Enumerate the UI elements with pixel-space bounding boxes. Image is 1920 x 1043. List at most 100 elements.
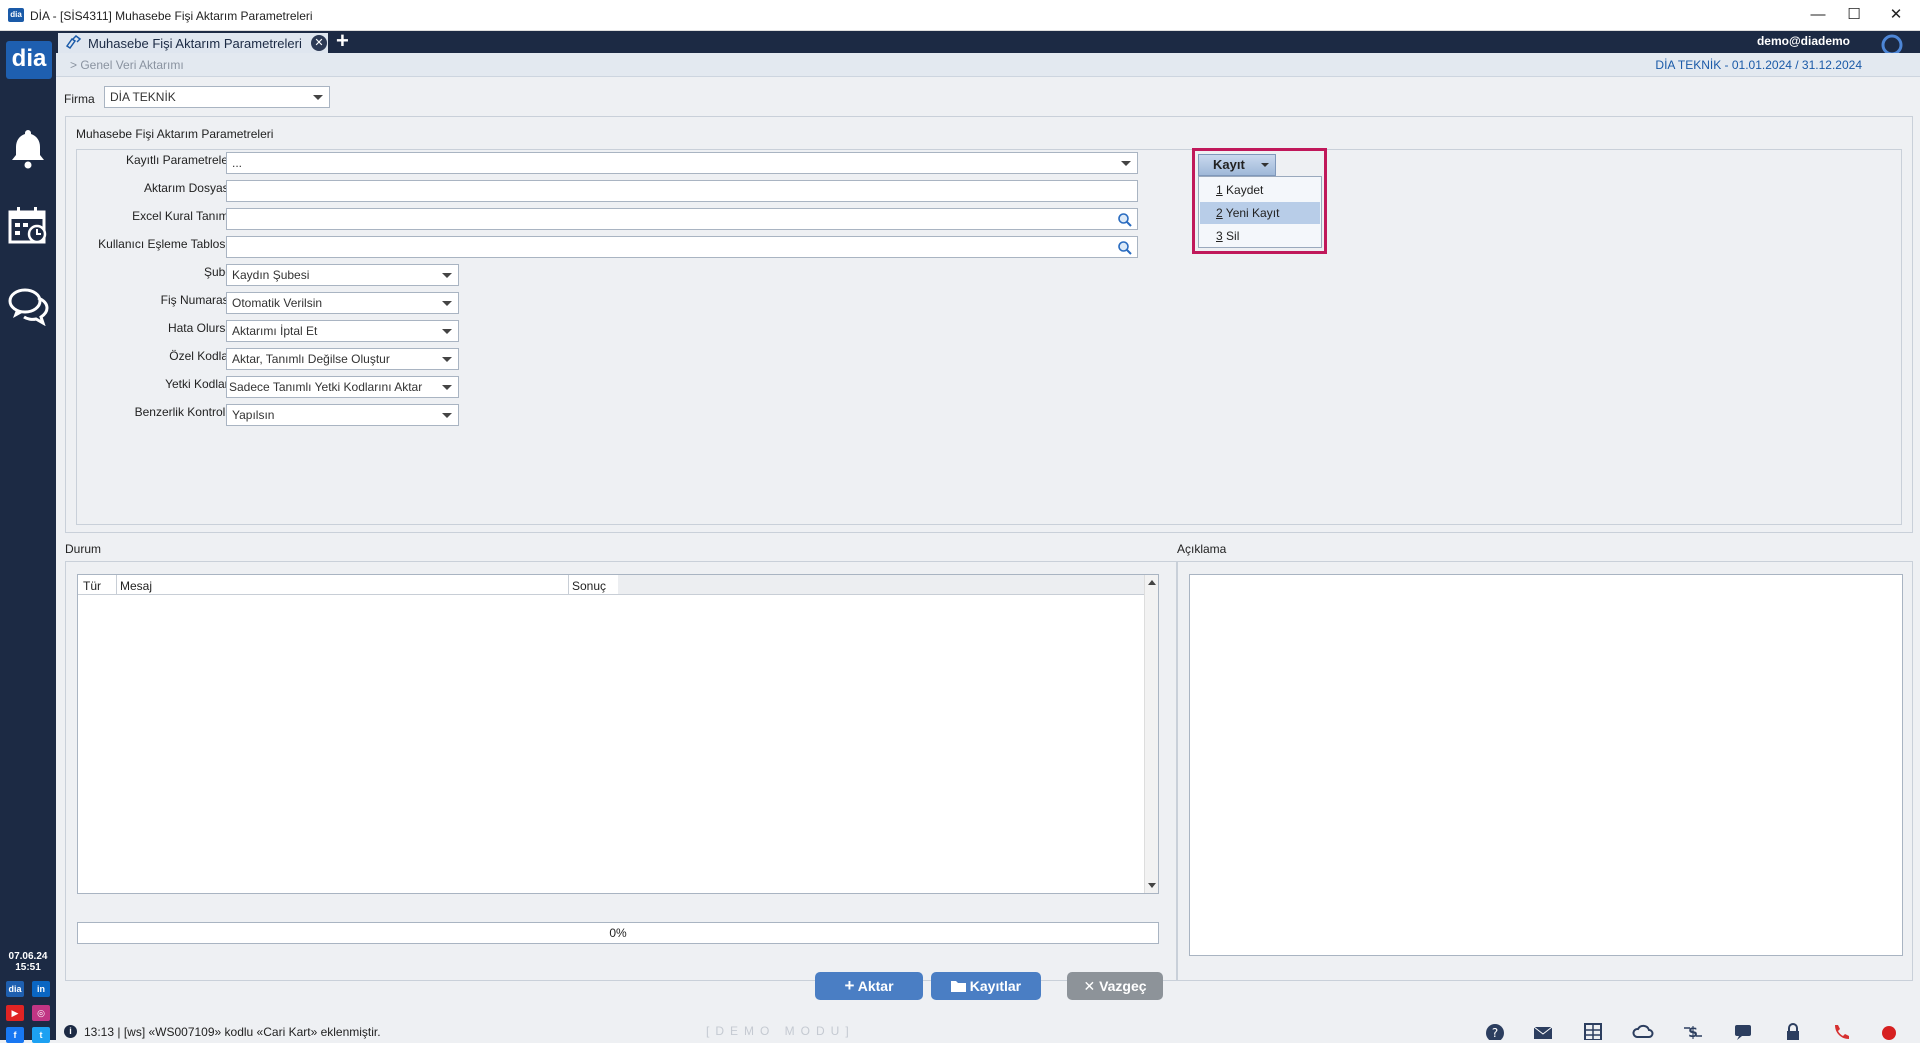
grid-scrollbar[interactable]	[1144, 575, 1158, 893]
aktar-label: Aktar	[857, 978, 894, 994]
record-icon[interactable]	[1878, 1022, 1900, 1040]
fis-numarasi-select[interactable]: Otomatik Verilsin	[226, 292, 459, 314]
tab-muhasebe-fisi[interactable]: Muhasebe Fişi Aktarım Parametreleri ✕	[58, 33, 328, 53]
notification-bell-icon[interactable]	[8, 126, 48, 169]
chevron-down-icon	[1261, 163, 1269, 167]
chevron-down-icon	[442, 301, 452, 306]
col-separator	[116, 575, 117, 595]
col-separator	[568, 575, 569, 595]
chat-icon[interactable]	[8, 286, 49, 327]
kullanici-esleme-label: Kullanıcı Eşleme Tablosu	[98, 237, 232, 251]
ozel-kodlar-label: Özel Kodlar	[169, 349, 232, 363]
chevron-down-icon	[442, 413, 452, 418]
linkedin-icon[interactable]: in	[32, 981, 50, 997]
search-icon[interactable]	[1117, 240, 1133, 256]
mail-icon[interactable]	[1532, 1022, 1554, 1040]
status-grid[interactable]: Tür Mesaj Sonuç	[77, 574, 1159, 894]
lock-icon[interactable]	[1782, 1022, 1804, 1040]
facebook-icon[interactable]: f	[6, 1027, 24, 1043]
status-message[interactable]: 13:13 | [ws] «WS007109» kodlu «Cari Kart…	[84, 1025, 381, 1039]
chevron-down-icon	[442, 329, 452, 334]
excel-kural-input[interactable]	[226, 208, 1138, 230]
menu-item-kaydet[interactable]: 1 Kaydet	[1200, 179, 1320, 201]
instagram-icon[interactable]: ◎	[32, 1005, 50, 1021]
benzerlik-kontrolu-value: Yapılsın	[232, 408, 275, 422]
tab-close-icon[interactable]: ✕	[311, 35, 327, 51]
aciklama-label: Açıklama	[1177, 542, 1227, 556]
chevron-down-icon	[1121, 161, 1131, 166]
kayit-button[interactable]: Kayıt	[1198, 154, 1276, 176]
dia-logo[interactable]: dia	[6, 41, 52, 79]
menu-item-key: 1	[1216, 183, 1223, 197]
maximize-icon[interactable]: ☐	[1836, 4, 1872, 26]
sidebar-time: 15:51	[15, 962, 41, 973]
kayitli-parametreler-select[interactable]: ...	[226, 152, 1138, 174]
benzerlik-kontrolu-label: Benzerlik Kontrolü	[134, 405, 232, 419]
menu-item-sil[interactable]: 3 Sil	[1200, 225, 1320, 247]
chevron-down-icon	[442, 357, 452, 362]
grid-header: Tür Mesaj Sonuç	[78, 575, 618, 595]
vazgec-label: Vazgeç	[1099, 978, 1147, 994]
menu-item-key: 2	[1216, 206, 1223, 220]
firma-select[interactable]: DİA TEKNİK	[104, 86, 330, 108]
calendar-icon[interactable]	[8, 206, 48, 246]
hata-olursa-value: Aktarımı İptal Et	[232, 324, 318, 338]
aktarim-dosyasi-input[interactable]	[226, 180, 1138, 202]
dia-social-icon[interactable]: dia	[6, 981, 24, 997]
aktar-button[interactable]: + Aktar	[815, 972, 923, 1000]
fis-numarasi-value: Otomatik Verilsin	[232, 296, 323, 310]
menu-item-label: Yeni Kayıt	[1222, 206, 1280, 220]
firma-label: Firma	[64, 92, 95, 106]
sube-select[interactable]: Kaydın Şubesi	[226, 264, 459, 286]
info-icon: i	[64, 1025, 77, 1038]
chevron-down-icon	[313, 95, 323, 100]
col-header-sonuc[interactable]: Sonuç	[572, 579, 606, 593]
kullanici-esleme-input[interactable]	[226, 236, 1138, 258]
chevron-down-icon	[442, 273, 452, 278]
youtube-icon[interactable]: ▶	[6, 1005, 24, 1021]
sub-header: > Genel Veri Aktarımı DİA TEKNİK - 01.01…	[56, 53, 1920, 77]
progress-bar: 0%	[77, 922, 1159, 944]
calculator-icon[interactable]	[1582, 1022, 1604, 1040]
help-icon[interactable]: ?	[1484, 1022, 1506, 1040]
search-icon[interactable]	[1117, 212, 1133, 228]
add-tab-icon[interactable]: +	[336, 29, 349, 53]
menu-item-yeni-kayit[interactable]: 2 Yeni Kayıt	[1200, 202, 1320, 224]
menu-item-key: 3	[1216, 229, 1223, 243]
close-icon: ✕	[1083, 978, 1096, 994]
col-header-mesaj[interactable]: Mesaj	[120, 579, 152, 593]
yetki-kodlari-select[interactable]: Sadece Tanımlı Yetki Kodlarını Aktar	[226, 376, 459, 398]
kayitlar-button[interactable]: Kayıtlar	[931, 972, 1041, 1000]
window-title: DİA - [SİS4311] Muhasebe Fişi Aktarım Pa…	[30, 9, 313, 23]
kayit-button-label: Kayıt	[1213, 157, 1245, 172]
main-content: Firma DİA TEKNİK Muhasebe Fişi Aktarım P…	[56, 78, 1920, 1028]
durum-group: Tür Mesaj Sonuç 0%	[65, 561, 1177, 981]
vazgec-button[interactable]: ✕ Vazgeç	[1067, 972, 1163, 1000]
user-name[interactable]: demo@diademo	[1757, 34, 1850, 48]
benzerlik-kontrolu-select[interactable]: Yapılsın	[226, 404, 459, 426]
grid-header-fill	[618, 575, 1146, 595]
hata-olursa-select[interactable]: Aktarımı İptal Et	[226, 320, 459, 342]
tab-title: Muhasebe Fişi Aktarım Parametreleri	[88, 36, 302, 51]
col-header-tur[interactable]: Tür	[83, 579, 101, 593]
status-bar: i 13:13 | [ws] «WS007109» kodlu «Cari Ka…	[56, 1022, 1920, 1040]
plus-icon: +	[844, 976, 855, 995]
app-logo-icon: dia	[8, 8, 24, 22]
phone-icon[interactable]	[1830, 1022, 1852, 1040]
breadcrumb[interactable]: > Genel Veri Aktarımı	[70, 58, 184, 72]
scroll-up-icon[interactable]	[1148, 580, 1156, 585]
chat-icon[interactable]	[1732, 1022, 1754, 1040]
excel-kural-label: Excel Kural Tanımı	[132, 209, 232, 223]
aciklama-textarea[interactable]	[1189, 574, 1903, 956]
currency-icon[interactable]: $	[1682, 1022, 1704, 1040]
kayitli-parametreler-label: Kayıtlı Parametreler	[125, 153, 232, 167]
minimize-icon[interactable]: —	[1800, 4, 1836, 26]
kayitlar-label: Kayıtlar	[969, 978, 1022, 994]
title-bar: dia DİA - [SİS4311] Muhasebe Fişi Aktarı…	[0, 0, 1920, 31]
left-sidebar: dia 07.06.24 15:51 dia in ▶ ◎ f t	[0, 31, 56, 1043]
cloud-sync-icon[interactable]	[1632, 1022, 1654, 1040]
ozel-kodlar-select[interactable]: Aktar, Tanımlı Değilse Oluştur	[226, 348, 459, 370]
close-icon[interactable]: ✕	[1878, 4, 1914, 26]
twitter-icon[interactable]: t	[32, 1027, 50, 1043]
scroll-down-icon[interactable]	[1148, 883, 1156, 888]
